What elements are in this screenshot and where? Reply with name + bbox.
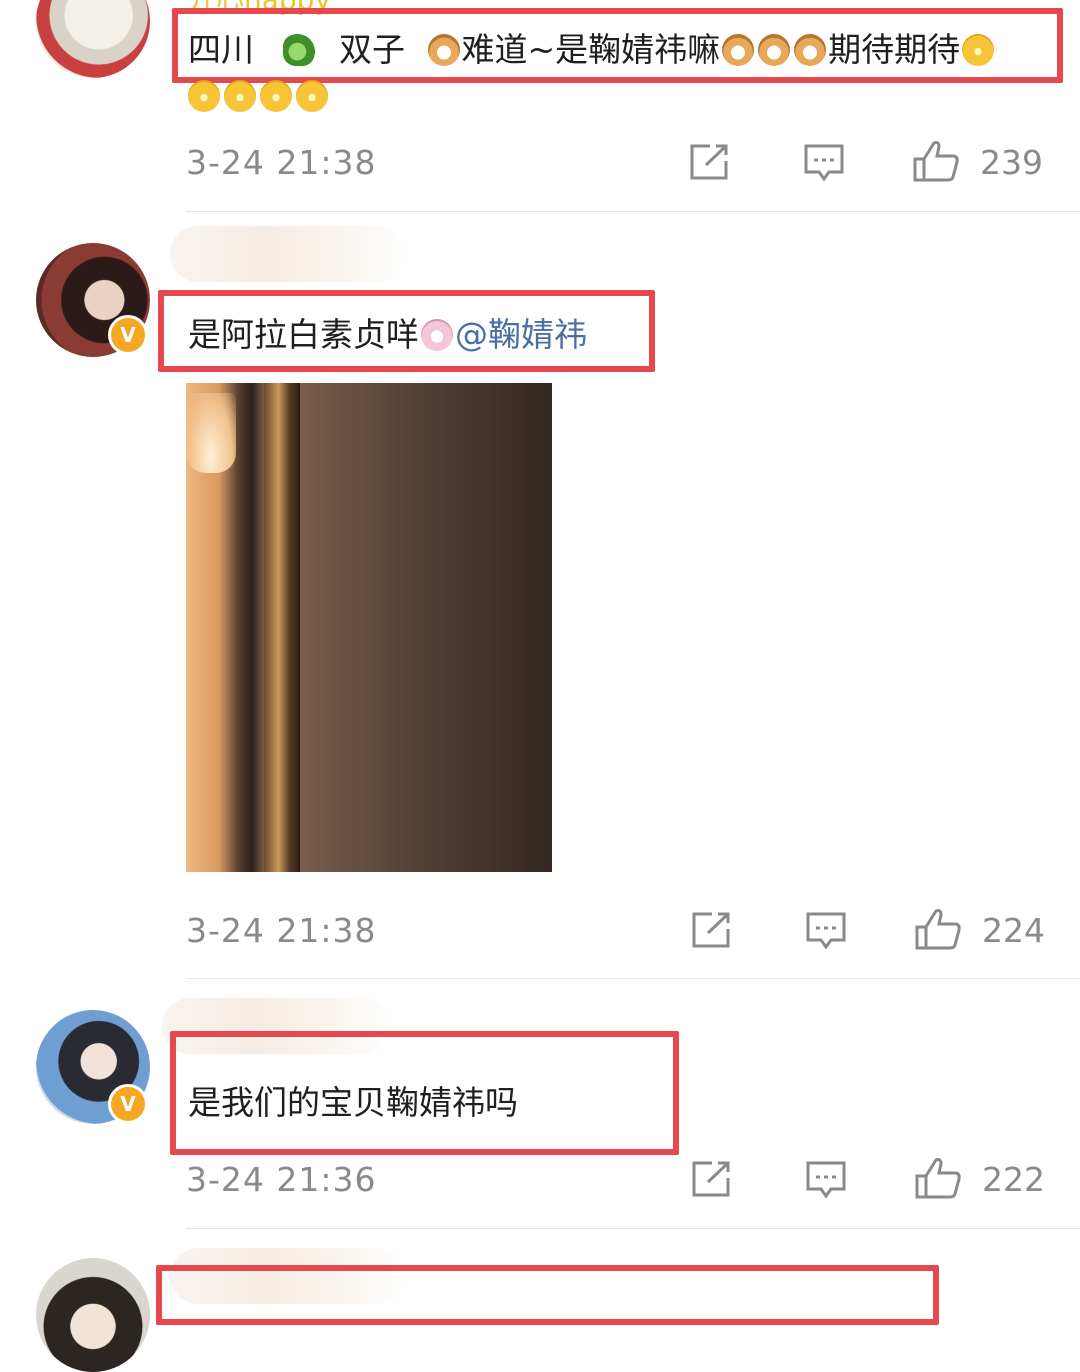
- verified-badge-icon: V: [108, 315, 148, 355]
- username-blurred: [170, 226, 406, 282]
- like-count: 239: [980, 143, 1043, 182]
- comment-text: 是阿拉白素贞咩 @鞠婧祎: [188, 313, 587, 357]
- comment-text: 是我们的宝贝鞠婧祎吗: [188, 1081, 518, 1125]
- cat-emoji-icon: [758, 34, 791, 66]
- avatar[interactable]: [36, 0, 150, 78]
- cat-emoji-icon: [427, 34, 460, 66]
- thumbs-up-icon[interactable]: [912, 139, 960, 183]
- timestamp: 3-24 21:38: [186, 911, 377, 950]
- scream-emoji-icon: [188, 80, 220, 112]
- cat-emoji-icon: [794, 34, 827, 66]
- snake-emoji-icon: [282, 34, 315, 66]
- comment-icon[interactable]: [805, 911, 847, 951]
- comment-body: 是我们的宝贝鞠婧祎吗: [188, 1083, 518, 1122]
- comment-photo[interactable]: [186, 383, 552, 872]
- cat-emoji-icon: [722, 34, 755, 66]
- mirror-frame: [264, 383, 300, 872]
- location-label: 四川: [188, 30, 254, 69]
- scream-emoji-icon: [962, 34, 995, 66]
- verified-badge-icon: V: [108, 1084, 148, 1124]
- divider: [186, 978, 1080, 979]
- thumbs-up-icon[interactable]: [914, 907, 962, 951]
- like-count: 222: [982, 1160, 1045, 1199]
- mention-link[interactable]: @鞠婧祎: [455, 315, 587, 354]
- timestamp: 3-24 21:36: [186, 1160, 377, 1199]
- comment-text-b: 期待期待: [828, 30, 961, 69]
- timestamp: 3-24 21:38: [186, 143, 377, 182]
- share-icon[interactable]: [688, 143, 730, 181]
- thumbs-up-icon[interactable]: [914, 1156, 962, 1200]
- scream-emoji-icon: [224, 80, 256, 112]
- divider: [186, 211, 1080, 212]
- share-icon[interactable]: [690, 911, 732, 949]
- comment-body: 是阿拉白素贞咩: [188, 315, 419, 354]
- comment-text: 四川 双子 难道~是鞠婧祎嘛 期待期待: [188, 28, 996, 72]
- like-count: 224: [982, 911, 1045, 950]
- comment-icon[interactable]: [805, 1160, 847, 1200]
- comment-text-a: 难道~是鞠婧祎嘛: [461, 30, 721, 69]
- highlight-box: [156, 1265, 939, 1325]
- share-icon[interactable]: [690, 1160, 732, 1198]
- divider: [186, 1228, 1080, 1229]
- zodiac-label: 双子: [339, 30, 405, 69]
- comment-icon[interactable]: [803, 143, 845, 183]
- emoji-row: [186, 80, 330, 112]
- scream-emoji-icon: [260, 80, 292, 112]
- lamp-decoration: [186, 393, 236, 473]
- avatar[interactable]: [36, 1258, 150, 1372]
- egg-emoji-icon: [421, 319, 453, 351]
- scream-emoji-icon: [296, 80, 328, 112]
